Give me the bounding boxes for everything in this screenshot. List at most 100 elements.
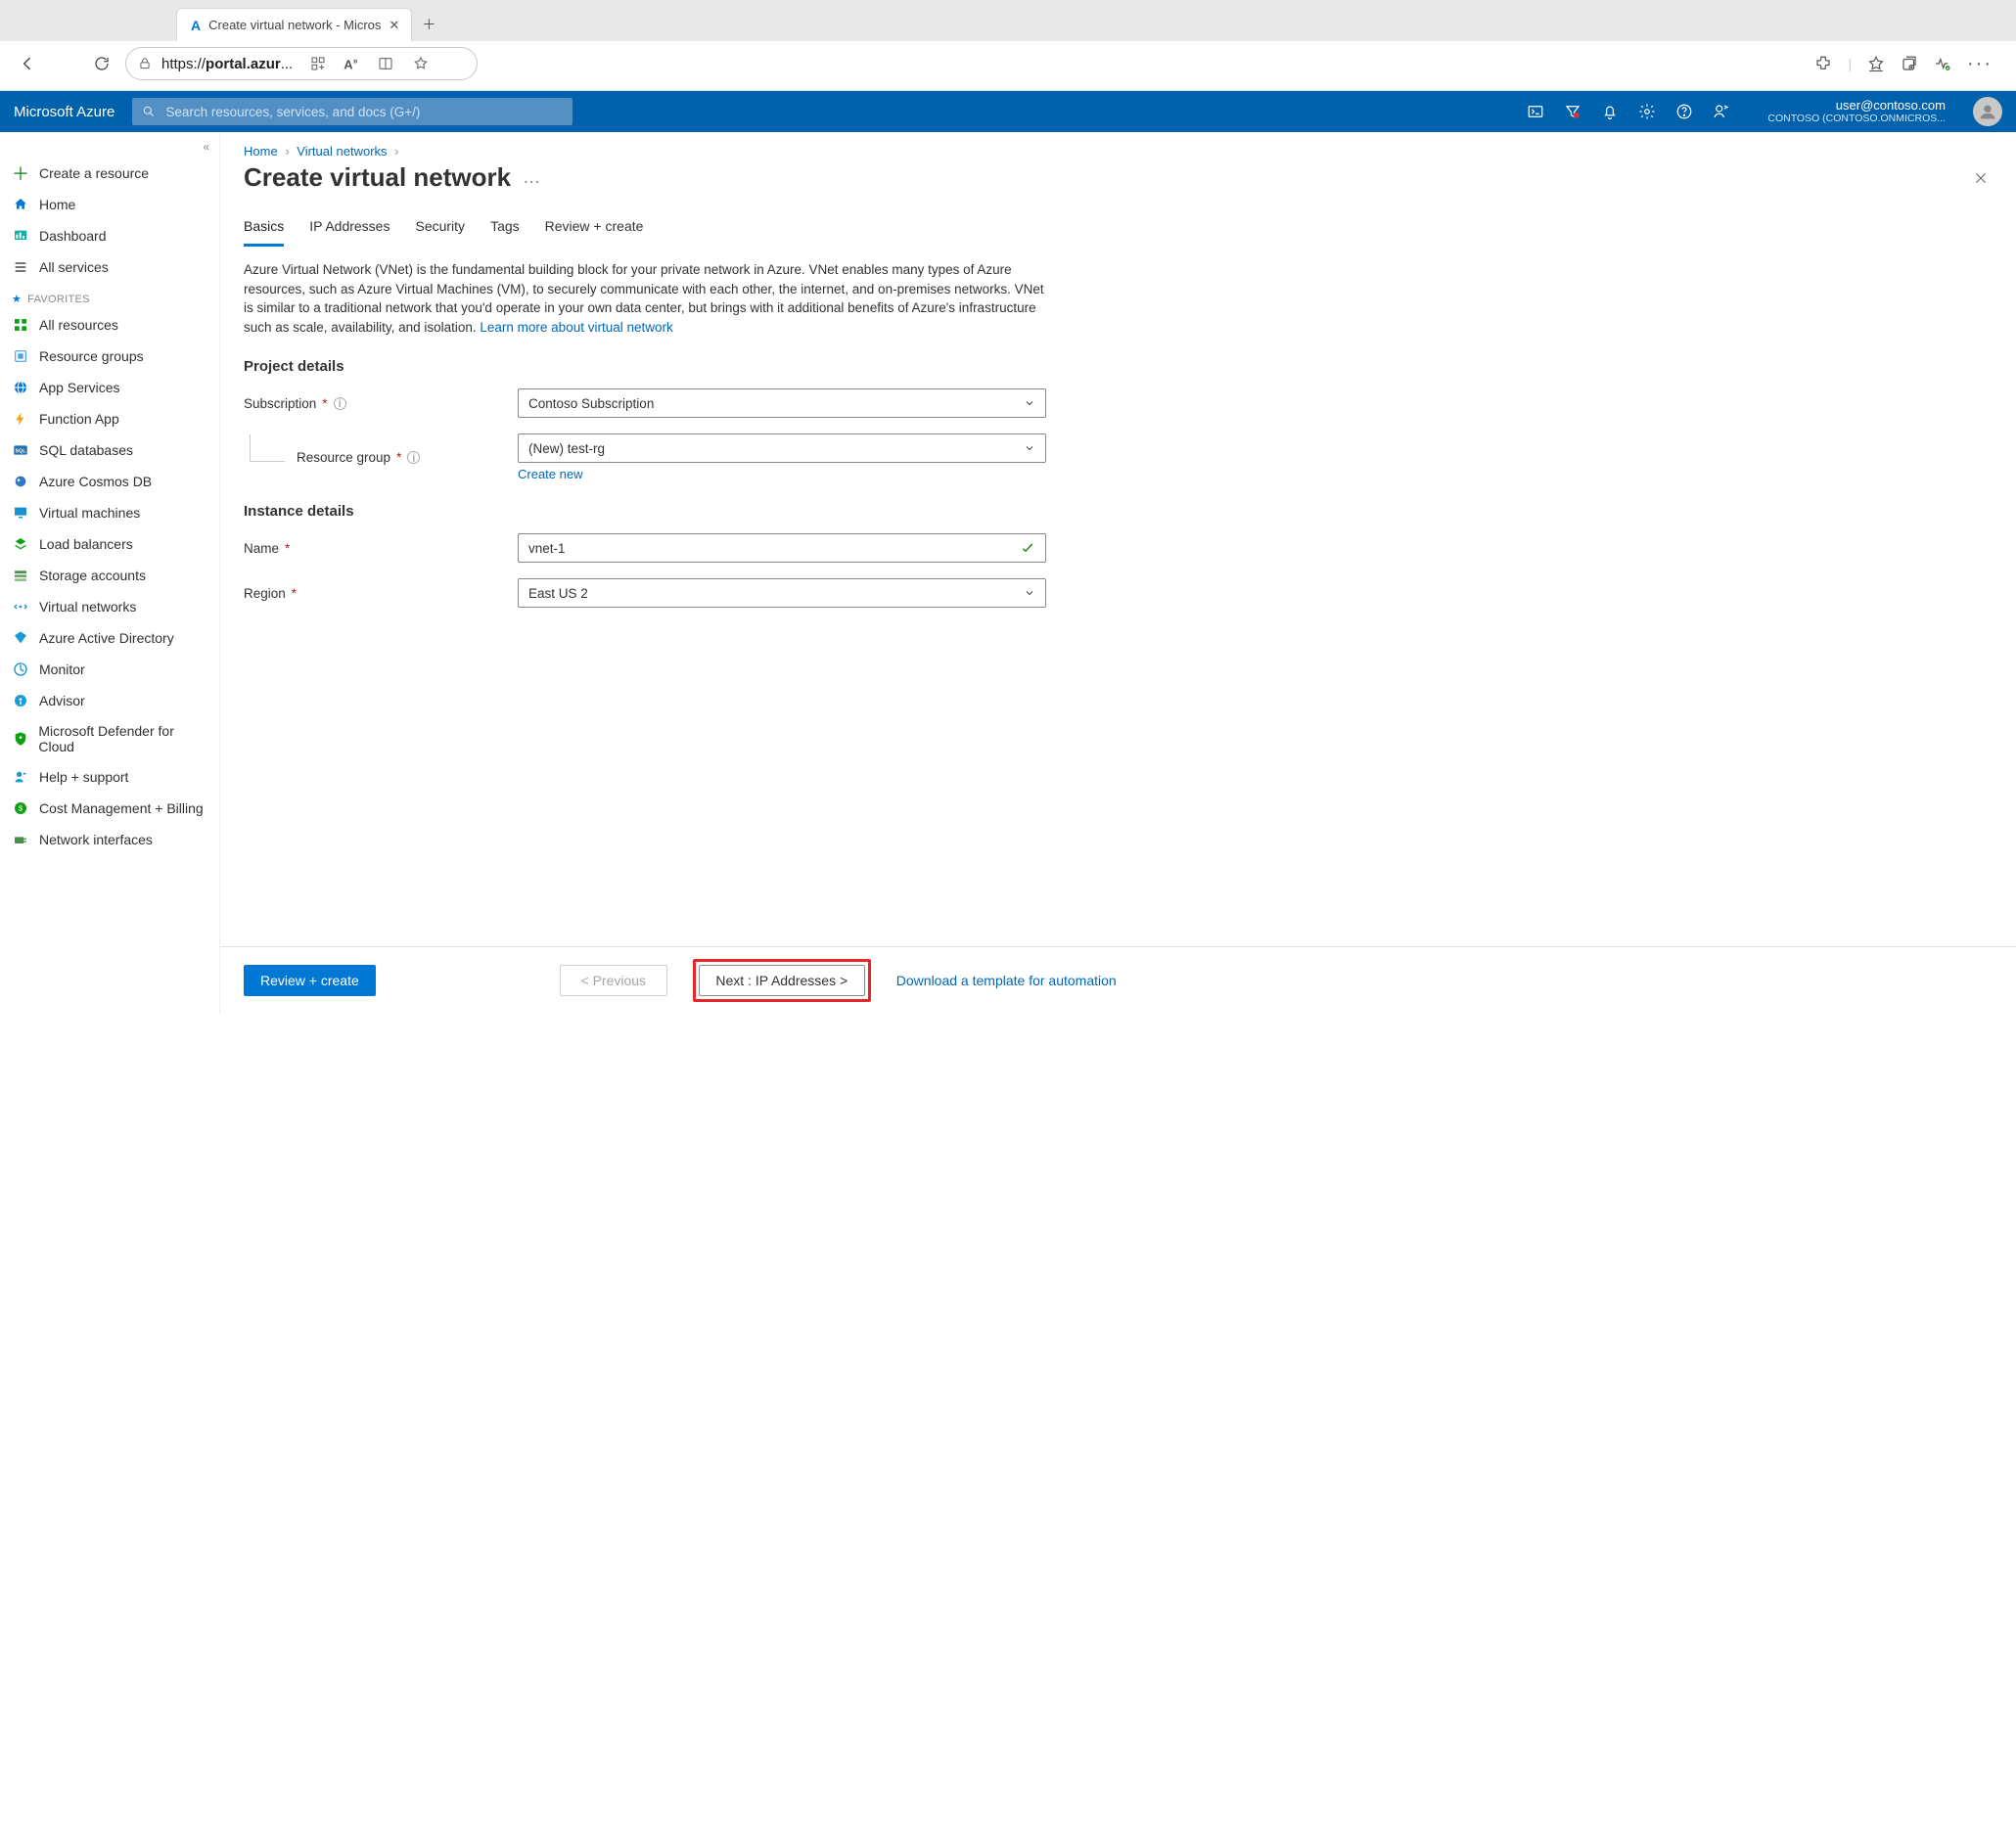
favorites-icon[interactable]: [1867, 55, 1885, 72]
sidebar-item-sql-databases[interactable]: SQLSQL databases: [0, 434, 219, 466]
sidebar-item-label: Home: [39, 197, 75, 212]
info-icon[interactable]: i: [407, 451, 420, 464]
sidebar-item-function-app[interactable]: Function App: [0, 403, 219, 434]
address-bar[interactable]: https://portal.azur... A»: [125, 47, 478, 80]
close-tab-icon[interactable]: ✕: [389, 18, 399, 33]
check-icon: [1020, 540, 1035, 556]
dash-icon: [12, 227, 29, 245]
collapse-sidebar-icon[interactable]: «: [0, 140, 219, 158]
breadcrumb: Home › Virtual networks ›: [220, 132, 2016, 162]
create-new-rg-link[interactable]: Create new: [518, 467, 582, 481]
refresh-button[interactable]: [88, 50, 115, 77]
address-row: https://portal.azur... A» | ···: [0, 41, 2016, 91]
help-icon[interactable]: [1675, 103, 1693, 120]
name-value: vnet-1: [528, 541, 1020, 556]
breadcrumb-home[interactable]: Home: [244, 144, 278, 159]
tab-security[interactable]: Security: [415, 212, 465, 247]
sidebar-item-storage-accounts[interactable]: Storage accounts: [0, 560, 219, 591]
sidebar-item-network-interfaces[interactable]: Network interfaces: [0, 824, 219, 855]
region-value: East US 2: [528, 586, 588, 601]
sidebar-item-help-support[interactable]: Help + support: [0, 761, 219, 793]
chevron-down-icon: [1024, 397, 1035, 409]
defender-icon: [12, 730, 28, 748]
subscription-select[interactable]: Contoso Subscription: [518, 388, 1046, 418]
settings-icon[interactable]: [1638, 103, 1656, 120]
sidebar-item-label: Help + support: [39, 769, 128, 785]
learn-more-link[interactable]: Learn more about virtual network: [480, 320, 672, 335]
new-tab-button[interactable]: ＋: [412, 8, 445, 41]
brand[interactable]: Microsoft Azure: [14, 104, 115, 120]
project-details-heading: Project details: [244, 358, 1993, 375]
sidebar-item-monitor[interactable]: Monitor: [0, 654, 219, 685]
page-more-icon[interactable]: …: [523, 167, 540, 188]
download-template-link[interactable]: Download a template for automation: [896, 973, 1117, 988]
advisor-icon: [12, 692, 29, 709]
sidebar-item-microsoft-defender-for-cloud[interactable]: Microsoft Defender for Cloud: [0, 716, 219, 761]
instance-details-heading: Instance details: [244, 503, 1993, 520]
back-button[interactable]: [14, 50, 41, 77]
global-search[interactable]: [132, 98, 573, 125]
tab-ip-addresses[interactable]: IP Addresses: [309, 212, 389, 247]
sidebar-item-advisor[interactable]: Advisor: [0, 685, 219, 716]
sidebar-item-load-balancers[interactable]: Load balancers: [0, 528, 219, 560]
sidebar-item-app-services[interactable]: App Services: [0, 372, 219, 403]
sidebar-item-all-resources[interactable]: All resources: [0, 309, 219, 341]
sidebar-item-dashboard[interactable]: Dashboard: [0, 220, 219, 251]
collections-icon[interactable]: [1901, 55, 1918, 72]
region-label: Region*: [244, 586, 518, 601]
info-icon[interactable]: i: [334, 397, 346, 410]
sidebar-item-label: All services: [39, 259, 109, 275]
sidebar-item-virtual-machines[interactable]: Virtual machines: [0, 497, 219, 528]
sidebar-create-resource[interactable]: ＋ Create a resource: [0, 158, 219, 189]
sidebar-favorites-heading: ★ FAVORITES: [0, 283, 219, 309]
sidebar-item-all-services[interactable]: All services: [0, 251, 219, 283]
sidebar-item-resource-groups[interactable]: Resource groups: [0, 341, 219, 372]
wizard-footer: Review + create < Previous Next : IP Add…: [220, 946, 2016, 1014]
sidebar-item-azure-cosmos-db[interactable]: Azure Cosmos DB: [0, 466, 219, 497]
favorite-icon[interactable]: [413, 56, 429, 71]
sidebar-item-label: Advisor: [39, 693, 85, 708]
tab-tags[interactable]: Tags: [490, 212, 520, 247]
search-icon: [142, 105, 156, 118]
avatar[interactable]: [1973, 97, 2002, 126]
page-title: Create virtual network: [244, 162, 511, 193]
global-search-input[interactable]: [163, 104, 563, 120]
text-size-icon[interactable]: A»: [344, 56, 357, 71]
extension-icon[interactable]: [1814, 55, 1832, 72]
performance-icon[interactable]: [1934, 55, 1951, 72]
sidebar-item-cost-management-billing[interactable]: $Cost Management + Billing: [0, 793, 219, 824]
next-button-highlight: Next : IP Addresses >: [693, 959, 871, 1002]
region-select[interactable]: East US 2: [518, 578, 1046, 608]
tab-review-create[interactable]: Review + create: [545, 212, 644, 247]
name-input[interactable]: vnet-1: [518, 533, 1046, 563]
vnet-icon: [12, 598, 29, 615]
tab-basics[interactable]: Basics: [244, 212, 284, 247]
lb-icon: [12, 535, 29, 553]
account-info[interactable]: user@contoso.com CONTOSO (CONTOSO.ONMICR…: [1767, 99, 1946, 125]
feedback-icon[interactable]: [1713, 103, 1730, 120]
azure-tab-icon: A: [191, 18, 201, 33]
tabs: Basics IP Addresses Security Tags Review + c…: [244, 212, 1993, 247]
browser-tab[interactable]: A Create virtual network - Micros ✕: [176, 8, 412, 41]
apps-icon[interactable]: [310, 56, 326, 71]
reader-icon[interactable]: [378, 56, 393, 71]
browser-menu-icon[interactable]: ···: [1967, 53, 1993, 75]
sidebar-item-virtual-networks[interactable]: Virtual networks: [0, 591, 219, 622]
azure-header: Microsoft Azure user@contoso.com CONTOSO…: [0, 91, 2016, 132]
lock-icon: [138, 57, 152, 70]
name-label: Name*: [244, 541, 518, 556]
breadcrumb-item[interactable]: Virtual networks: [297, 144, 387, 159]
sidebar-item-label: Storage accounts: [39, 568, 146, 583]
resource-group-select[interactable]: (New) test-rg: [518, 433, 1046, 463]
sidebar-item-home[interactable]: Home: [0, 189, 219, 220]
tab-title: Create virtual network - Micros: [208, 18, 381, 32]
browser-chrome: A Create virtual network - Micros ✕ ＋ ht…: [0, 0, 2016, 91]
close-blade-icon[interactable]: [1967, 164, 1994, 192]
sidebar-item-azure-active-directory[interactable]: Azure Active Directory: [0, 622, 219, 654]
filter-icon[interactable]: [1564, 103, 1581, 120]
next-button[interactable]: Next : IP Addresses >: [699, 965, 865, 996]
review-create-button[interactable]: Review + create: [244, 965, 376, 996]
notifications-icon[interactable]: [1601, 103, 1619, 120]
cloud-shell-icon[interactable]: [1527, 103, 1544, 120]
sidebar-item-label: Microsoft Defender for Cloud: [38, 723, 207, 754]
